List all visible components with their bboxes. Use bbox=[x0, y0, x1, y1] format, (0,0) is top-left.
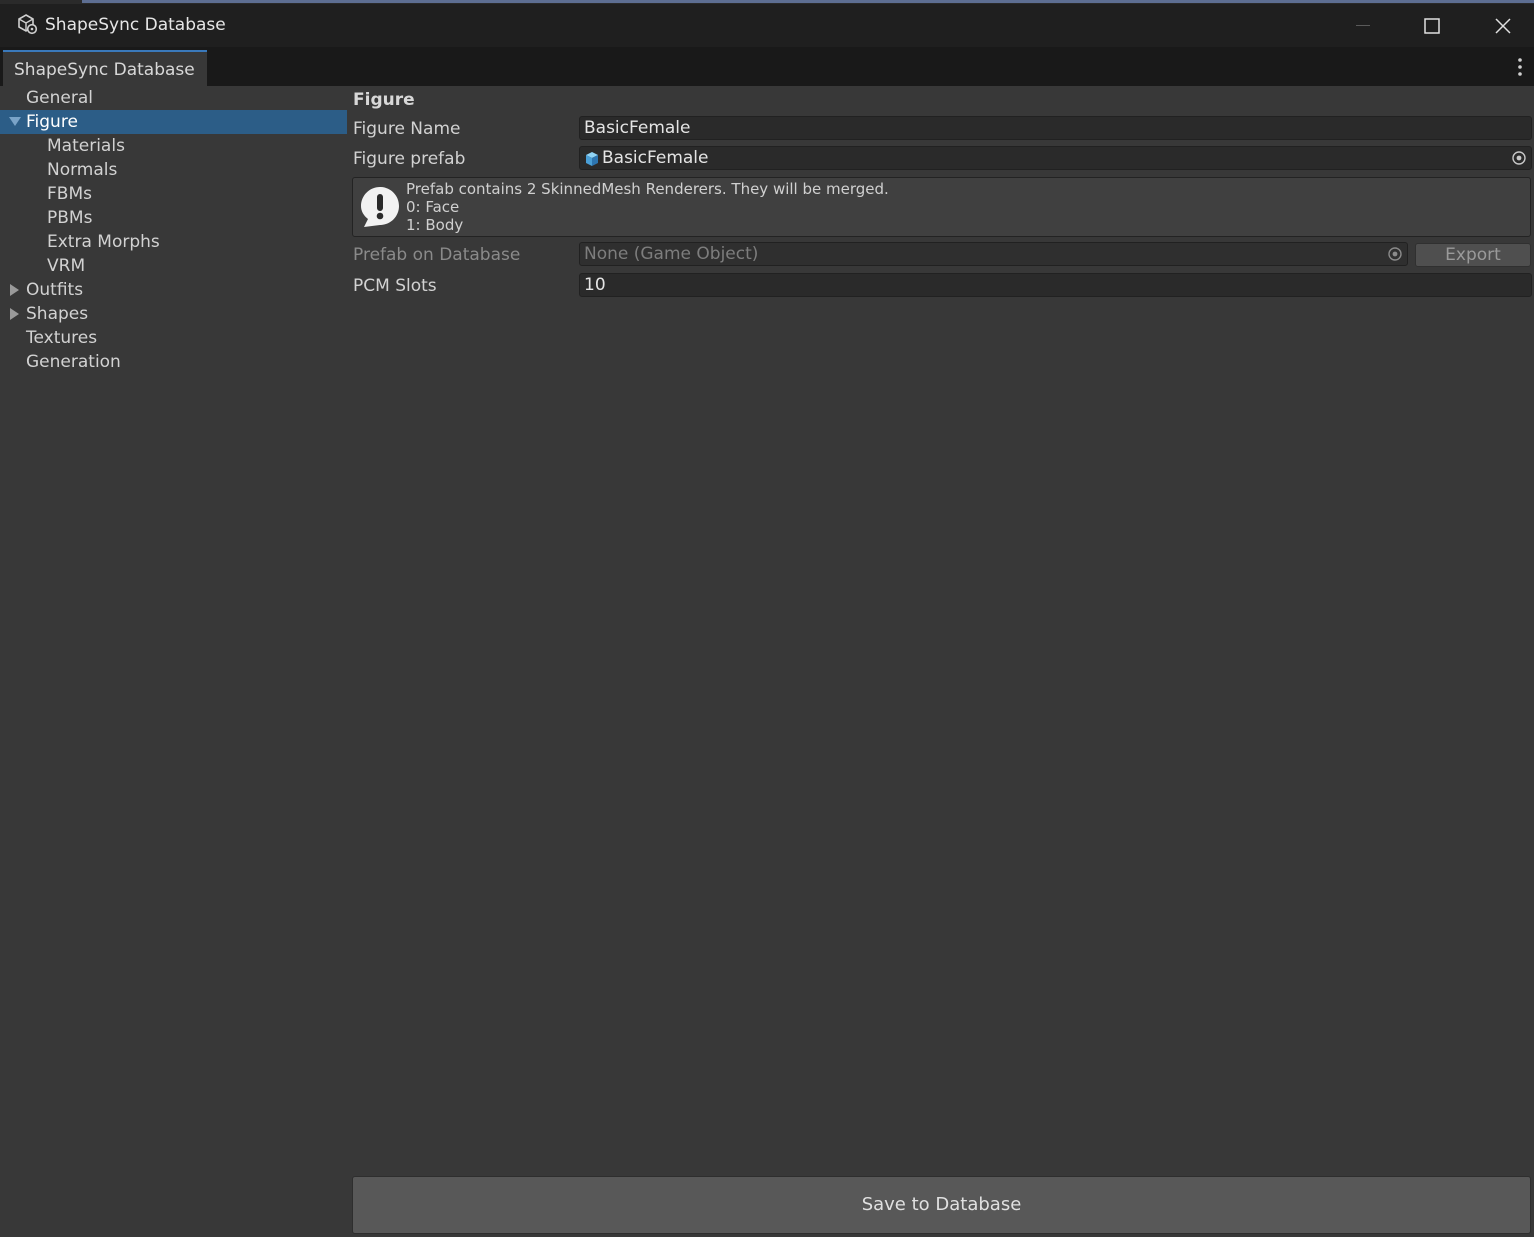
maximize-icon bbox=[1424, 17, 1440, 34]
figure-name-label: Figure Name bbox=[353, 119, 461, 139]
save-to-database-button[interactable]: Save to Database bbox=[352, 1176, 1531, 1234]
tree-item-label: VRM bbox=[47, 256, 86, 276]
figure-prefab-label: Figure prefab bbox=[353, 149, 466, 169]
figure-settings-panel: Figure Figure Name BasicFemale Figure pr… bbox=[347, 86, 1534, 1237]
kebab-menu-icon[interactable] bbox=[1516, 57, 1524, 77]
window-focus-accent bbox=[82, 0, 1534, 3]
window-titlebar[interactable]: ShapeSync Database bbox=[0, 4, 1534, 47]
figure-prefab-object-field[interactable]: BasicFemale bbox=[579, 146, 1532, 170]
pcm-slots-label: PCM Slots bbox=[353, 276, 437, 296]
collapsed-arrow-icon[interactable] bbox=[8, 278, 22, 302]
tree-item-label: PBMs bbox=[47, 208, 93, 228]
tree-item-label: Outfits bbox=[26, 280, 84, 300]
tree-item-label: Generation bbox=[26, 352, 121, 372]
tab-shapesync-database[interactable]: ShapeSync Database bbox=[3, 50, 207, 86]
export-button[interactable]: Export bbox=[1415, 243, 1531, 267]
close-icon bbox=[1495, 17, 1511, 34]
window-title: ShapeSync Database bbox=[45, 15, 226, 35]
editor-tab-bar: ShapeSync Database bbox=[0, 47, 1534, 86]
object-picker-icon[interactable] bbox=[1511, 150, 1527, 166]
minimize-button[interactable] bbox=[1333, 4, 1393, 47]
tree-item-general[interactable]: General bbox=[0, 86, 347, 110]
prefab-on-database-value: None (Game Object) bbox=[584, 244, 759, 264]
save-button-label: Save to Database bbox=[861, 1194, 1022, 1215]
figure-prefab-value: BasicFemale bbox=[602, 148, 709, 168]
tree-item-label: FBMs bbox=[47, 184, 92, 204]
tree-item-shapes[interactable]: Shapes bbox=[0, 302, 347, 326]
tree-item-generation[interactable]: Generation bbox=[0, 350, 347, 374]
figure-name-value: BasicFemale bbox=[584, 118, 691, 138]
tree-item-vrm[interactable]: VRM bbox=[0, 254, 347, 278]
helpbox-message: Prefab contains 2 SkinnedMesh Renderers.… bbox=[406, 180, 889, 198]
tree-item-label: Normals bbox=[47, 160, 118, 180]
section-title: Figure bbox=[353, 90, 415, 110]
tree-item-textures[interactable]: Textures bbox=[0, 326, 347, 350]
pcm-slots-value: 10 bbox=[584, 275, 606, 295]
prefab-on-database-object-field: None (Game Object) bbox=[579, 242, 1408, 266]
tree-item-extra-morphs[interactable]: Extra Morphs bbox=[0, 230, 347, 254]
tree-item-normals[interactable]: Normals bbox=[0, 158, 347, 182]
tree-item-label: Figure bbox=[26, 112, 78, 132]
export-button-label: Export bbox=[1445, 245, 1501, 265]
tree-item-materials[interactable]: Materials bbox=[0, 134, 347, 158]
merge-warning-helpbox: Prefab contains 2 SkinnedMesh Renderers.… bbox=[352, 177, 1531, 237]
prefab-cube-icon bbox=[586, 152, 598, 166]
navigation-tree: General Figure Materials Normals FBMs PB… bbox=[0, 86, 347, 1237]
tab-label: ShapeSync Database bbox=[14, 60, 195, 80]
minimize-icon bbox=[1356, 24, 1370, 26]
pcm-slots-input[interactable]: 10 bbox=[579, 273, 1532, 297]
tree-item-pbms[interactable]: PBMs bbox=[0, 206, 347, 230]
tree-item-label: Textures bbox=[26, 328, 98, 348]
helpbox-renderer-face: 0: Face bbox=[406, 198, 460, 216]
figure-name-input[interactable]: BasicFemale bbox=[579, 116, 1532, 140]
tree-item-label: Extra Morphs bbox=[47, 232, 160, 252]
tree-item-outfits[interactable]: Outfits bbox=[0, 278, 347, 302]
object-picker-icon bbox=[1388, 247, 1402, 261]
close-button[interactable] bbox=[1473, 4, 1533, 47]
maximize-button[interactable] bbox=[1402, 4, 1462, 47]
collapsed-arrow-icon[interactable] bbox=[8, 302, 22, 326]
tree-item-label: General bbox=[26, 88, 93, 108]
tree-item-figure[interactable]: Figure bbox=[0, 110, 347, 134]
tree-item-label: Shapes bbox=[26, 304, 89, 324]
helpbox-renderer-body: 1: Body bbox=[406, 216, 464, 234]
tree-item-fbms[interactable]: FBMs bbox=[0, 182, 347, 206]
warning-exclamation-icon bbox=[361, 187, 399, 227]
unity-cube-gear-icon bbox=[18, 14, 38, 35]
expanded-arrow-icon[interactable] bbox=[8, 110, 22, 134]
prefab-on-database-label: Prefab on Database bbox=[353, 245, 521, 265]
tree-item-label: Materials bbox=[47, 136, 125, 156]
